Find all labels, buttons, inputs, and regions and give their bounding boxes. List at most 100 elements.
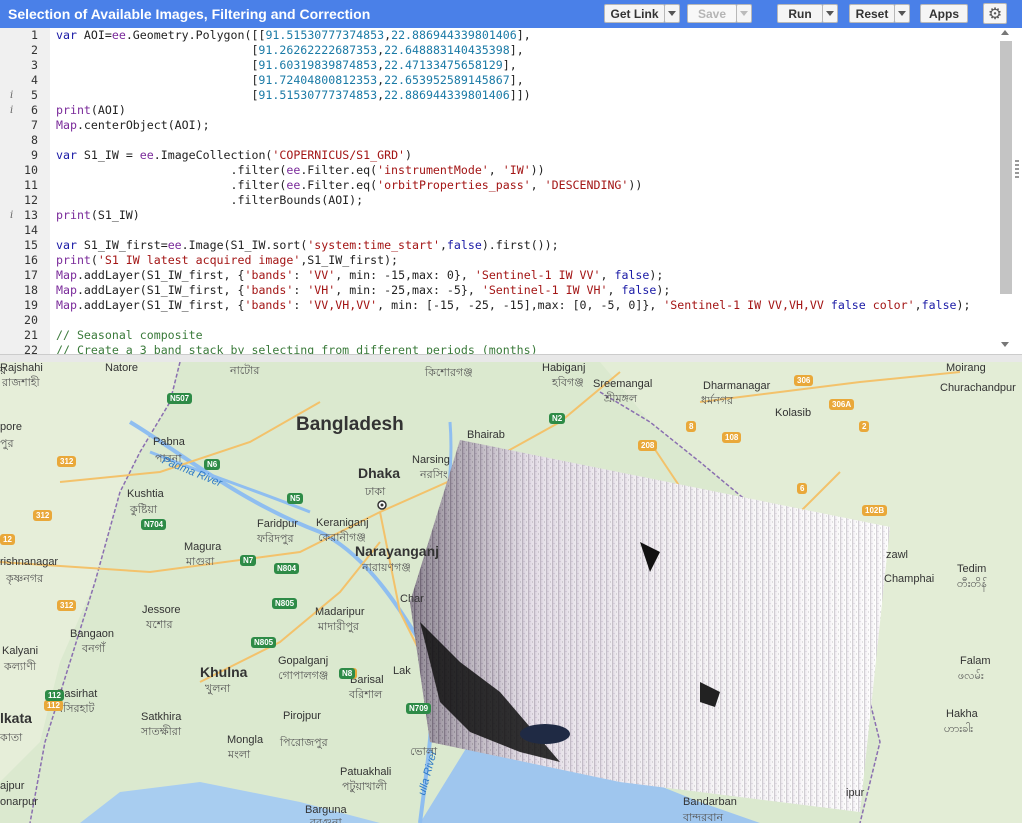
settings-button[interactable]: ⚙ [983,3,1007,24]
map-label-bhola-bn: ভোলা [410,746,438,758]
map-label-hakha-bn: ဟားခါး [944,723,973,735]
map-view[interactable]: Bangladesh Dhaka ঢাকা Rajshahi রাজশাহী Pabna প… [0,362,1022,823]
info-icon[interactable]: i [10,88,13,103]
line-number: 18 [24,283,38,297]
code-line[interactable]: 12 .filterBounds(AOI); [0,193,1000,208]
map-label-falam: Falam [960,655,991,667]
map-label-pore: pore [0,421,23,433]
map-label-bandarban: Bandarban [683,796,737,808]
map-label-dudhpur: ipur [846,787,865,799]
get-link-button[interactable]: Get Link [604,4,665,23]
code-line[interactable]: 6 i print(AOI) [0,103,1000,118]
app-title: Selection of Available Images, Filtering… [8,6,371,22]
map-label-pirojpur-bn: পিরোজপুর [280,737,328,749]
map-label-tedim: Tedim [957,563,987,575]
line-number: 13 [24,208,38,222]
map-label-krishnanagar-bn: কৃষ্ণনগর [6,573,44,585]
code-line[interactable]: 1 var AOI=ee.Geometry.Polygon([[91.515307… [0,28,1000,43]
map-label-bhairab: Bhairab [467,429,505,441]
map-label-kishoreganj-bn: কিশোরগঞ্জ [425,367,473,379]
road-shield: 306 [794,375,814,386]
line-number: 21 [24,328,38,342]
map-label-rajshahi: Rajshahi [0,362,43,374]
code-line[interactable]: 14 [0,223,1000,238]
road-shield: N805 [272,598,298,609]
map-label-sreemangal: Sreemangal [593,378,653,390]
map-label-lak: Lak [393,665,411,677]
map-label-magura-bn: মাগুরা [186,556,215,568]
code-line[interactable]: 2 [91.26262222687353,22.648883140435398]… [0,43,1000,58]
map-label-rajshahi-bn: রাজশাহী [2,377,40,389]
code-line[interactable]: 9 var S1_IW = ee.ImageCollection('COPERNI… [0,148,1000,163]
code-line[interactable]: 17 Map.addLayer(S1_IW_first, {'bands': 'V… [0,268,1000,283]
map-label-bangladesh: Bangladesh [296,414,404,435]
map-label-bangaon-bn: বনগাঁ [82,643,106,655]
road-shield: 312 [57,600,77,611]
chevron-down-icon [898,11,906,16]
code-line[interactable]: 10 .filter(ee.Filter.eq('instrumentMode'… [0,163,1000,178]
code-line[interactable]: 18 Map.addLayer(S1_IW_first, {'bands': 'V… [0,283,1000,298]
road-shield: N805 [251,637,277,648]
get-link-dropdown[interactable] [664,4,680,23]
chevron-down-icon [740,11,748,16]
save-dropdown[interactable] [736,4,752,23]
reset-button[interactable]: Reset [849,4,895,23]
code-line[interactable]: 21 // Seasonal composite [0,328,1000,343]
info-icon[interactable]: i [10,103,13,118]
line-number: 12 [24,193,38,207]
panel-resize-handle[interactable] [1015,160,1019,180]
map-label-kushtia: Kushtia [127,488,164,500]
map-label-narayanganj: Narayanganj [355,543,440,559]
line-number: 14 [24,223,38,237]
info-icon[interactable]: i [10,208,13,223]
code-line[interactable]: 7 Map.centerObject(AOI); [0,118,1000,133]
road-shield: N7 [240,555,257,566]
code-line[interactable]: 11 .filter(ee.Filter.eq('orbitProperties… [0,178,1000,193]
code-line[interactable]: 13 i print(S1_IW) [0,208,1000,223]
road-shield: 112 [44,700,63,711]
run-button[interactable]: Run [777,4,823,23]
road-shield: N2 [549,413,566,424]
road-shield: 108 [722,432,742,443]
code-text: [91.26262222687353,22.648883140435398], [56,43,524,57]
code-line[interactable]: 4 [91.72404800812353,22.653952589145867]… [0,73,1000,88]
editor-scrollbar[interactable] [1000,41,1012,294]
code-text: print(AOI) [56,103,126,117]
code-line[interactable]: 3 [91.60319839874853,22.47133475658129], [0,58,1000,73]
reset-dropdown[interactable] [894,4,910,23]
map-label-narsingdi: Narsing [412,454,450,466]
map-label-barguna-bn: বরগুনা [310,817,342,823]
code-text: [91.51530777374853,22.886944339801406]]) [56,88,531,102]
apps-button[interactable]: Apps [920,4,968,23]
code-line[interactable]: 5 i [91.51530777374853,22.886944339801406… [0,88,1000,103]
line-number: 8 [31,133,38,147]
code-editor[interactable]: 1 var AOI=ee.Geometry.Polygon([[91.515307… [0,28,1022,354]
code-line[interactable]: 16 print('S1 IW latest acquired image',S1… [0,253,1000,268]
road-shield: N6 [204,459,221,470]
map-label-natore-bn: নাটোর [230,365,260,377]
code-line[interactable]: 22 // Create a 3 band stack by selecting … [0,343,1000,354]
map-label-pabna: Pabna [153,436,185,448]
code-line[interactable]: 19 Map.addLayer(S1_IW_first, {'bands': 'V… [0,298,1000,313]
map-label-natore: Natore [105,362,139,374]
map-label-jessore: Jessore [142,604,181,616]
map-label-madaripur-bn: মাদারীপুর [318,621,359,633]
map-label-bangaon: Bangaon [70,628,115,640]
map-label-mongla: Mongla [227,734,264,746]
line-number: 4 [31,73,38,87]
code-line[interactable]: 8 [0,133,1000,148]
map-label-dhaka-bn: ঢাকা [365,486,386,498]
road-shield: 6 [797,483,808,494]
map-label-moirang: Moirang [946,362,986,374]
map-label-faridpur-bn: ফরিদপুর [257,533,294,545]
map-label-baruipur2: onarpur [0,796,38,808]
code-line[interactable]: 20 [0,313,1000,328]
line-number: 2 [31,43,38,57]
scroll-up-icon[interactable] [1001,30,1009,35]
scroll-down-icon[interactable] [1001,342,1009,347]
code-text: print('S1 IW latest acquired image',S1_I… [56,253,399,267]
code-line[interactable]: 15 var S1_IW_first=ee.Image(S1_IW.sort('s… [0,238,1000,253]
map-label-habiganj: Habiganj [542,362,586,374]
save-button[interactable]: Save [687,4,737,23]
run-dropdown[interactable] [822,4,838,23]
